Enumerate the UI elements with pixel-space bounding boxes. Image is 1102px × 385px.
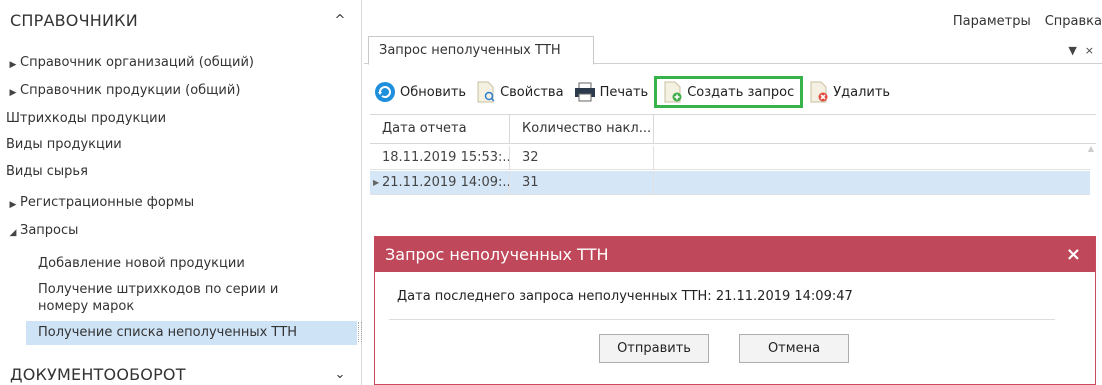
delete-button[interactable]: Удалить xyxy=(805,77,894,107)
collapse-arrow-icon[interactable]: ◢ xyxy=(6,222,20,242)
expand-chevron-icon[interactable]: ⌄ xyxy=(331,367,349,382)
section-title-document-flow: ДОКУМЕНТООБОРОТ xyxy=(10,364,186,384)
tab-controls: ▼ × xyxy=(1068,44,1094,57)
column-header-invoice-count[interactable]: Количество накл... xyxy=(510,115,654,143)
sidebar-item-label: Добавление новой продукции xyxy=(38,256,245,271)
sidebar-item-raw-types[interactable]: Виды сырья xyxy=(6,163,355,180)
sidebar-item-products[interactable]: ▶ Справочник продукции (общий) xyxy=(6,82,355,102)
section-title-directories: СПРАВОЧНИКИ xyxy=(10,10,138,30)
send-button[interactable]: Отправить xyxy=(599,334,709,363)
dialog-divider xyxy=(389,319,1055,320)
scrollbar[interactable]: ▲ xyxy=(1086,144,1096,184)
print-button[interactable]: Печать xyxy=(570,77,653,107)
tab-close-icon[interactable]: × xyxy=(1085,44,1094,57)
main-panel: Параметры Справка Запрос неполученных ТТ… xyxy=(364,0,1102,385)
print-label: Печать xyxy=(599,84,649,100)
properties-label: Свойства xyxy=(500,84,564,100)
cancel-button[interactable]: Отмена xyxy=(739,334,849,363)
cell-report-date: 21.11.2019 14:09:... xyxy=(370,171,510,195)
sidebar-item-label: Запросы xyxy=(20,223,79,238)
splitter-handle[interactable] xyxy=(358,322,362,342)
cell-report-date: 18.11.2019 15:53:... xyxy=(370,146,510,170)
document-delete-icon xyxy=(810,81,828,103)
close-icon[interactable]: × xyxy=(1066,244,1081,265)
table-row[interactable]: 18.11.2019 15:53:... 32 xyxy=(370,146,1090,170)
sidebar-item-label: Справочник организаций (общий) xyxy=(20,55,254,70)
tab-strip: Запрос неполученных ТТН ▼ × xyxy=(364,36,1102,65)
expand-arrow-icon[interactable]: ▶ xyxy=(6,194,20,214)
cell-invoice-count: 31 xyxy=(510,171,654,195)
sidebar-item-unreceived-ttn[interactable]: Получение списка неполученных ТТН xyxy=(26,321,357,345)
tab-unreceived-ttn-request[interactable]: Запрос неполученных ТТН xyxy=(368,36,594,65)
sidebar-item-label: Получение списка неполученных ТТН xyxy=(38,325,298,340)
refresh-icon xyxy=(375,82,395,102)
tab-dropdown-icon[interactable]: ▼ xyxy=(1068,44,1076,57)
request-dialog: Запрос неполученных ТТН × Дата последнег… xyxy=(374,236,1096,385)
table-row[interactable]: ▶ 21.11.2019 14:09:... 31 xyxy=(370,171,1090,195)
printer-icon xyxy=(574,82,595,102)
document-search-icon xyxy=(477,81,495,103)
sidebar-item-requests[interactable]: ◢ Запросы xyxy=(6,222,355,242)
document-add-icon xyxy=(664,81,682,103)
sidebar-item-label: Получение штрихкодов по серии и номеру м… xyxy=(38,282,279,314)
delete-label: Удалить xyxy=(833,84,891,100)
row-indicator-icon: ▶ xyxy=(373,178,380,187)
dialog-message: Дата последнего запроса неполученных ТТН… xyxy=(397,289,853,304)
sidebar-item-label: Виды продукции xyxy=(6,137,122,152)
sidebar-item-registration-forms[interactable]: ▶ Регистрационные формы xyxy=(6,194,355,214)
sidebar-item-label: Регистрационные формы xyxy=(20,195,195,210)
cell-invoice-count: 32 xyxy=(510,146,654,170)
menu-help[interactable]: Справка xyxy=(1045,14,1102,29)
sidebar-item-product-types[interactable]: Виды продукции xyxy=(6,136,355,153)
dialog-title: Запрос неполученных ТТН xyxy=(385,245,609,264)
sidebar-item-label: Штрихкоды продукции xyxy=(6,111,167,126)
create-request-button[interactable]: Создать запрос xyxy=(654,76,804,108)
refresh-button[interactable]: Обновить xyxy=(370,77,470,107)
dialog-titlebar: Запрос неполученных ТТН × xyxy=(375,237,1095,272)
requests-table: Дата отчета Количество накл... 18.11.201… xyxy=(370,114,1096,208)
properties-button[interactable]: Свойства xyxy=(472,77,568,107)
sidebar-item-new-product[interactable]: Добавление новой продукции xyxy=(38,255,355,272)
sidebar-panel: СПРАВОЧНИКИ ^ ▶ Справочник организаций (… xyxy=(0,0,362,385)
expand-arrow-icon[interactable]: ▶ xyxy=(6,82,20,102)
sidebar-item-barcodes-by-series[interactable]: Получение штрихкодов по серии и номеру м… xyxy=(38,281,318,315)
sidebar-item-label: Виды сырья xyxy=(6,164,88,179)
sidebar-item-barcodes[interactable]: Штрихкоды продукции xyxy=(6,110,355,127)
refresh-label: Обновить xyxy=(400,84,467,100)
sidebar-item-organizations[interactable]: ▶ Справочник организаций (общий) xyxy=(6,54,355,74)
section-header-document-flow[interactable]: ДОКУМЕНТООБОРОТ ⌄ xyxy=(10,360,349,385)
sidebar-item-label: Справочник продукции (общий) xyxy=(20,83,241,98)
collapse-arrow-icon[interactable]: ^ xyxy=(331,13,349,28)
section-header-directories[interactable]: СПРАВОЧНИКИ ^ xyxy=(10,6,349,34)
menu-parameters[interactable]: Параметры xyxy=(953,14,1031,29)
create-request-label: Создать запрос xyxy=(687,84,795,100)
toolbar: Обновить Свойства Печать Создать запрос … xyxy=(370,74,894,110)
table-header: Дата отчета Количество накл... xyxy=(370,114,1096,144)
expand-arrow-icon[interactable]: ▶ xyxy=(6,54,20,74)
column-header-report-date[interactable]: Дата отчета xyxy=(370,115,510,143)
top-menu: Параметры Справка xyxy=(953,14,1102,29)
